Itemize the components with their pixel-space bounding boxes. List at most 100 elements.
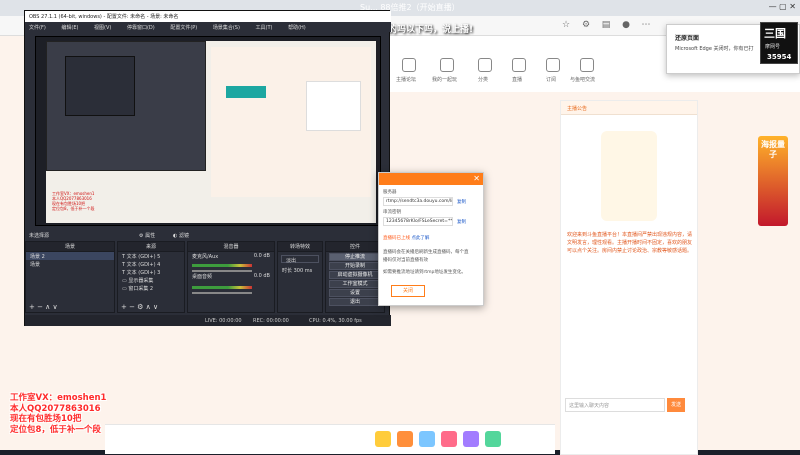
- menu-edit[interactable]: 编辑(E): [61, 24, 78, 31]
- preview-capture: 工作室VX：emoshen1 本人QQ2077863016 现在有包胜场10把 …: [46, 41, 376, 223]
- source-item[interactable]: T 文本 (GDI+) 3: [118, 268, 184, 276]
- transition-select[interactable]: 淡出: [281, 255, 319, 264]
- mixer-track: 桌面音频 0.0 dB: [188, 272, 274, 280]
- window-controls[interactable]: — ▢ ✕: [769, 2, 796, 11]
- source-item[interactable]: ▭ 窗口采集 2: [118, 284, 184, 292]
- exit-button[interactable]: 退出: [329, 298, 381, 306]
- more-icon[interactable]: ⋯: [640, 19, 652, 31]
- promo-line: 工作室VX：emoshen1: [10, 393, 107, 403]
- nav-live-icon[interactable]: [512, 58, 526, 72]
- studio-mode-button[interactable]: 工作室模式: [329, 280, 381, 288]
- dialog-header: ✕: [379, 173, 483, 185]
- menu-profile[interactable]: 配置文件(P): [170, 24, 197, 31]
- menu-tools[interactable]: 工具(T): [256, 24, 273, 31]
- collections-icon[interactable]: ▤: [600, 19, 612, 31]
- menu-scene-collection[interactable]: 场景集合(S): [213, 24, 240, 31]
- gift-icon[interactable]: [419, 431, 435, 447]
- scenes-dock-footer[interactable]: + − ∧ ∨: [26, 302, 114, 312]
- obs-menubar: 文件(F) 编辑(E) 视图(V) 停靠窗口(D) 配置文件(P) 场景集合(S…: [25, 22, 391, 32]
- sources-dock: 来源 T 文本 (GDI+) 5 T 文本 (GDI+) 4 T 文本 (GDI…: [117, 241, 185, 313]
- scene-item[interactable]: 场景: [26, 260, 114, 268]
- menu-file[interactable]: 文件(F): [29, 24, 46, 31]
- obs-titlebar[interactable]: OBS 27.1.1 (64-bit, windows) - 配置文件: 未命名…: [25, 11, 391, 22]
- server-label: 服务器: [383, 190, 397, 195]
- nav-yuba-icon[interactable]: [580, 58, 594, 72]
- nested-banner: [226, 86, 266, 98]
- scene-item[interactable]: 场景 2: [26, 252, 114, 260]
- logo-line2: 摩网号: [765, 44, 781, 50]
- volume-slider[interactable]: [192, 292, 252, 294]
- hint-link[interactable]: 点此了解: [411, 236, 429, 241]
- logo-line1: 三国: [764, 27, 786, 40]
- source-item[interactable]: T 文本 (GDI+) 4: [118, 260, 184, 268]
- nav-forum-icon[interactable]: [402, 58, 416, 72]
- nav-label-4: 订阅: [546, 77, 557, 83]
- transition-duration[interactable]: 时长 300 ms: [278, 266, 322, 274]
- hint-line: 如需要推流地址请到rtmp地址发生变化。: [383, 270, 466, 275]
- source-item-label: 文本 (GDI+) 3: [126, 270, 161, 276]
- source-item[interactable]: ▭ 显示器采集: [118, 276, 184, 284]
- obs-window: OBS 27.1.1 (64-bit, windows) - 配置文件: 未命名…: [24, 10, 391, 326]
- nested-obs-capture: [46, 41, 206, 171]
- duration-label: 时长: [282, 268, 293, 274]
- source-item-label: 窗口采集 2: [128, 286, 154, 292]
- mixer-track-db: 0.0 dB: [253, 273, 270, 279]
- nested-dialog: [306, 81, 361, 131]
- mascot-image: [601, 131, 657, 221]
- close-icon[interactable]: ✕: [473, 174, 480, 183]
- copy-server-link[interactable]: 复制: [457, 199, 466, 205]
- volume-slider[interactable]: [192, 270, 252, 272]
- gift-icon[interactable]: [463, 431, 479, 447]
- stream-settings-dialog: ✕ 服务器 rtmp://sendtc3a.douyu.com/live 复制 …: [378, 172, 484, 306]
- stop-streaming-button[interactable]: 停止推流: [329, 253, 381, 261]
- menu-help[interactable]: 帮助(H): [288, 24, 306, 31]
- nested-obs-capture-inner: [65, 56, 135, 116]
- source-item-label: 文本 (GDI+) 5: [126, 254, 161, 260]
- virtual-camera-button[interactable]: 启动虚拟摄像机: [329, 271, 381, 279]
- source-item[interactable]: T 文本 (GDI+) 5: [118, 252, 184, 260]
- gift-icon[interactable]: [485, 431, 501, 447]
- chat-input[interactable]: 这里输入聊天内容: [565, 398, 665, 412]
- filters-button[interactable]: ◐ 滤镜: [173, 232, 189, 239]
- cpu-status: CPU: 0.4%, 30.00 fps: [309, 318, 362, 324]
- audio-meter: [192, 264, 252, 267]
- hint-online-text: 直播码已上线: [383, 236, 410, 241]
- gift-icon[interactable]: [441, 431, 457, 447]
- mixer-track-name: 麦克风/Aux: [192, 254, 219, 260]
- stream-key-field[interactable]: 12345678rKlo/FSLeSecret=********: [383, 217, 453, 226]
- side-ad-banner[interactable]: 海报量子: [758, 136, 788, 226]
- favorites-icon[interactable]: ☆: [560, 19, 572, 31]
- copy-key-link[interactable]: 复制: [457, 219, 466, 225]
- sources-dock-footer[interactable]: + − ⚙ ∧ ∨: [118, 302, 184, 312]
- nav-label-0: 主播论坛: [396, 77, 417, 83]
- settings-button[interactable]: 设置: [329, 289, 381, 297]
- hint-line: 直播码会在关播后刷新生成直播码，每个直: [383, 250, 469, 255]
- extensions-icon[interactable]: ⚙: [580, 19, 592, 31]
- mixer-track-name: 桌面音频: [192, 274, 213, 280]
- transitions-dock: 转场特效 淡出 时长 300 ms: [277, 241, 323, 313]
- source-item-label: 文本 (GDI+) 4: [126, 262, 161, 268]
- gift-icon[interactable]: [397, 431, 413, 447]
- server-field[interactable]: rtmp://sendtc3a.douyu.com/live: [383, 197, 453, 206]
- nav-category-icon[interactable]: [478, 58, 492, 72]
- properties-label: 属性: [145, 233, 156, 239]
- gift-icon[interactable]: [375, 431, 391, 447]
- edge-popup-message: Microsoft Edge 关闭时，你有已打: [675, 46, 754, 52]
- nav-follow-icon[interactable]: [546, 58, 560, 72]
- nav-label-1: 我的一起玩: [432, 77, 458, 83]
- obs-preview[interactable]: 工作室VX：emoshen1 本人QQ2077863016 现在有包胜场10把 …: [35, 36, 381, 226]
- dialog-close-button[interactable]: 关闭: [391, 285, 425, 297]
- obs-status-bar: LIVE: 00:00:00 REC: 00:00:00 CPU: 0.4%, …: [25, 315, 391, 326]
- key-label: 串流密钥: [383, 210, 401, 215]
- profile-icon[interactable]: ●: [620, 19, 632, 31]
- promo-overlay: 工作室VX：emoshen1 本人QQ2077863016 现在有包胜场10把 …: [10, 393, 106, 435]
- filters-label: 滤镜: [178, 233, 189, 239]
- menu-docks[interactable]: 停靠窗口(D): [127, 24, 155, 31]
- nav-play-icon[interactable]: [440, 58, 454, 72]
- send-button[interactable]: 发送: [667, 398, 685, 412]
- properties-button[interactable]: ⚙ 属性: [139, 232, 155, 239]
- audio-meter: [192, 286, 252, 289]
- nested-promo-line: 定位包8，低于补一个段: [52, 206, 95, 211]
- start-recording-button[interactable]: 开始录制: [329, 262, 381, 270]
- menu-view[interactable]: 视图(V): [94, 24, 111, 31]
